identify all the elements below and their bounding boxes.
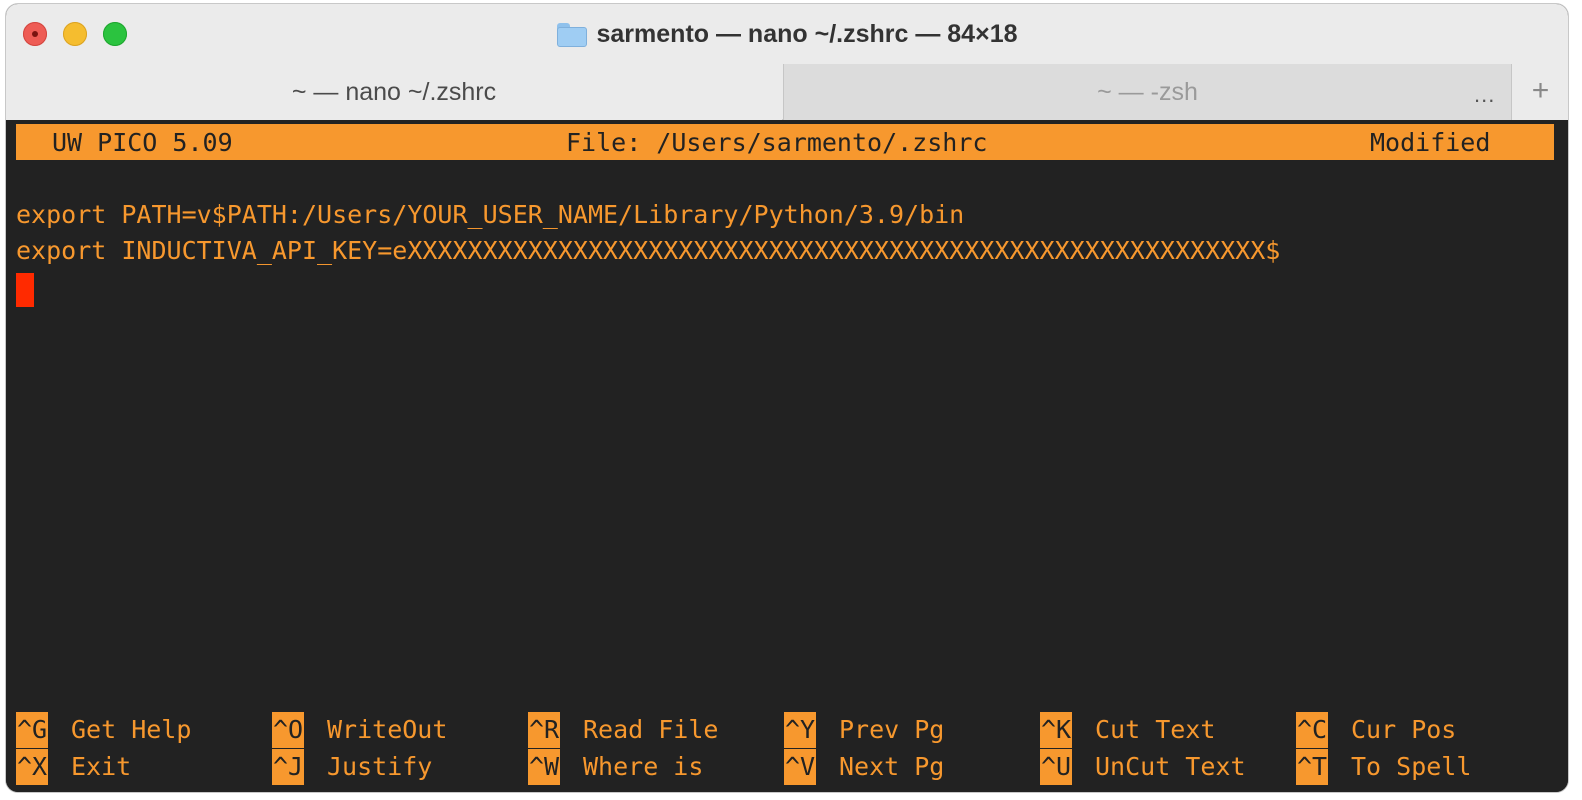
shortcut-uncut-text[interactable]: ^U UnCut Text <box>1040 749 1246 785</box>
shortcut-label: Next Pg <box>839 752 945 781</box>
window-title-text: sarmento — nano ~/.zshrc — 84×18 <box>596 20 1018 48</box>
shortcut-label: WriteOut <box>327 715 448 744</box>
shortcut-where-is[interactable]: ^W Where is <box>528 749 703 785</box>
shortcut-label: Justify <box>327 752 433 781</box>
tab-bar: ~ — nano ~/.zshrc ~ — -zsh ... + <box>6 64 1568 120</box>
shortcut-label: Get Help <box>71 715 192 744</box>
shortcut-prev-pg[interactable]: ^Y Prev Pg <box>784 712 944 748</box>
modified-status: Modified <box>1370 128 1491 157</box>
shortcut-cut-text[interactable]: ^K Cut Text <box>1040 712 1215 748</box>
new-tab-button[interactable]: + <box>1511 64 1568 120</box>
shortcut-label: Cur Pos <box>1351 715 1457 744</box>
shortcut-get-help[interactable]: ^G Get Help <box>16 712 191 748</box>
shortcut-key: ^K <box>1040 712 1073 748</box>
pico-header-bar: UW PICO 5.09 File: /Users/sarmento/.zshr… <box>16 124 1554 160</box>
file-path: File: /Users/sarmento/.zshrc <box>566 128 988 157</box>
shortcut-exit[interactable]: ^X Exit <box>16 749 131 785</box>
editor-name: UW PICO 5.09 <box>52 128 233 157</box>
shortcut-key: ^V <box>784 749 817 785</box>
shortcut-key: ^J <box>272 749 305 785</box>
editor-line-2[interactable]: export INDUCTIVA_API_KEY=eXXXXXXXXXXXXXX… <box>16 236 1280 265</box>
shortcut-label: UnCut Text <box>1095 752 1246 781</box>
terminal-content[interactable]: UW PICO 5.09 File: /Users/sarmento/.zshr… <box>6 120 1568 792</box>
tab-zsh[interactable]: ~ — -zsh <box>783 64 1511 120</box>
folder-icon <box>556 22 587 47</box>
shortcut-key: ^C <box>1296 712 1329 748</box>
shortcut-to-spell[interactable]: ^T To Spell <box>1296 749 1471 785</box>
shortcut-writeout[interactable]: ^O WriteOut <box>272 712 447 748</box>
shortcut-cur-pos[interactable]: ^C Cur Pos <box>1296 712 1456 748</box>
shortcut-label: Where is <box>583 752 704 781</box>
shortcut-read-file[interactable]: ^R Read File <box>528 712 718 748</box>
shortcut-label: Exit <box>71 752 132 781</box>
title-bar: sarmento — nano ~/.zshrc — 84×18 <box>6 4 1568 64</box>
shortcut-key: ^X <box>16 749 49 785</box>
shortcut-label: Prev Pg <box>839 715 945 744</box>
window-title: sarmento — nano ~/.zshrc — 84×18 <box>6 20 1568 49</box>
tab-overflow-icon[interactable]: ... <box>1474 82 1495 108</box>
tab-nano[interactable]: ~ — nano ~/.zshrc <box>6 64 782 120</box>
shortcut-key: ^R <box>528 712 561 748</box>
shortcut-label: Cut Text <box>1095 715 1216 744</box>
shortcut-key: ^U <box>1040 749 1073 785</box>
shortcut-key: ^G <box>16 712 49 748</box>
shortcut-label: Read File <box>583 715 719 744</box>
shortcut-next-pg[interactable]: ^V Next Pg <box>784 749 944 785</box>
shortcut-key: ^Y <box>784 712 817 748</box>
shortcut-key: ^W <box>528 749 561 785</box>
shortcut-label: To Spell <box>1351 752 1472 781</box>
text-cursor <box>16 273 34 307</box>
shortcut-key: ^O <box>272 712 305 748</box>
editor-line-1[interactable]: export PATH=v$PATH:/Users/YOUR_USER_NAME… <box>16 200 964 229</box>
shortcut-key: ^T <box>1296 749 1329 785</box>
shortcut-justify[interactable]: ^J Justify <box>272 749 432 785</box>
terminal-window: sarmento — nano ~/.zshrc — 84×18 ~ — nan… <box>6 4 1568 792</box>
